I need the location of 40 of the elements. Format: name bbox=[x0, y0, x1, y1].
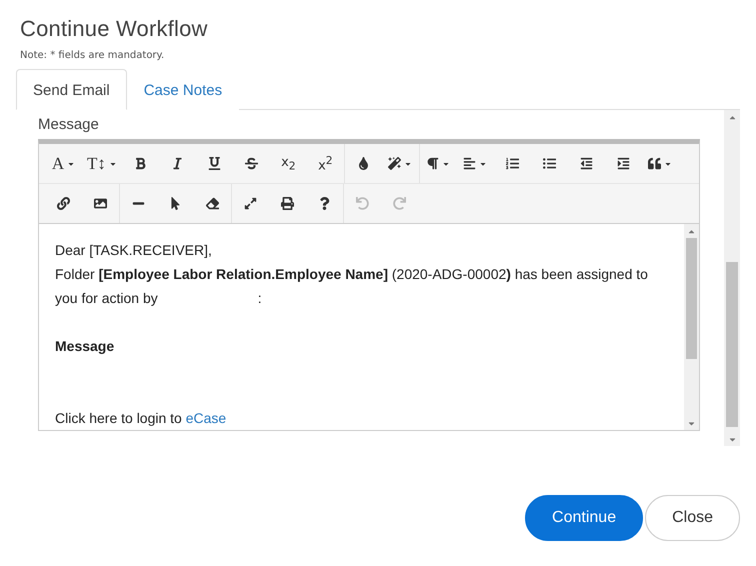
expand-icon bbox=[244, 197, 257, 210]
eraser-icon bbox=[206, 197, 219, 210]
pointer-icon bbox=[169, 197, 182, 210]
email-text: Click here to login to bbox=[55, 410, 182, 426]
undo-icon bbox=[356, 197, 369, 210]
message-label: Message bbox=[38, 116, 100, 133]
link-icon bbox=[57, 197, 70, 210]
italic-icon bbox=[170, 157, 184, 170]
align-left-icon bbox=[463, 157, 476, 170]
quote-icon bbox=[648, 157, 662, 170]
redo-icon bbox=[393, 197, 406, 210]
indent-icon bbox=[616, 157, 630, 170]
format-button[interactable]: x$_{2}$ bbox=[270, 146, 307, 181]
bullet-list-icon bbox=[542, 157, 556, 170]
email-text: Folder [Employee Labor Relation.Employee Name] (2020-ADG-00002) has been assigned to you for action by : bbox=[55, 265, 649, 308]
magic-wand-icon bbox=[388, 157, 402, 170]
help-icon bbox=[318, 197, 331, 210]
dialog-title: Continue Workflow bbox=[20, 16, 209, 42]
image-icon bbox=[94, 197, 107, 210]
strikethrough-icon bbox=[244, 157, 258, 170]
scrollbar[interactable] bbox=[724, 110, 740, 446]
format-button[interactable]: A bbox=[45, 146, 82, 181]
mandatory-note: Note: * fields are mandatory. bbox=[20, 50, 166, 61]
outdent-icon bbox=[580, 157, 593, 170]
numbered-list-icon bbox=[506, 157, 519, 170]
close-button[interactable]: Close bbox=[645, 495, 740, 541]
drop-icon bbox=[356, 157, 370, 170]
ecase-link[interactable]: eCase bbox=[186, 410, 226, 426]
scrollbar[interactable] bbox=[684, 224, 699, 430]
tab[interactable]: Send Email bbox=[16, 69, 127, 110]
format-button[interactable]: T↕ bbox=[82, 146, 122, 181]
continue-button[interactable]: Continue bbox=[525, 495, 644, 541]
underline-icon bbox=[208, 157, 221, 170]
email-text: Dear [TASK.RECEIVER], bbox=[55, 242, 212, 258]
format-button[interactable]: x$^{2}$ bbox=[306, 146, 344, 181]
email-heading: Message bbox=[55, 338, 114, 354]
bold-icon bbox=[134, 157, 147, 170]
rich-text-editor[interactable]: A T↕ x$_{2}$ x$^{2}$ Dear [TASK.RECEIVER], Folder [Employee Labor Relation.Employee Name] (2020-ADG-00002) has been assigned to you for action by : Message Click here to login to eCase bbox=[38, 139, 700, 431]
print-icon bbox=[281, 197, 294, 210]
paragraph-icon bbox=[426, 157, 440, 170]
